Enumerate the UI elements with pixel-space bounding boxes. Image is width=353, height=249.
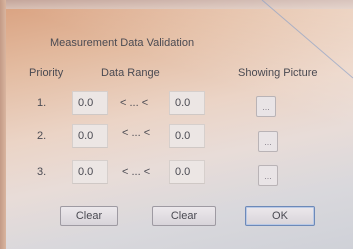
row-2-range-separator: < ... < bbox=[122, 127, 151, 139]
row-3-range-separator: < ... < bbox=[122, 166, 151, 178]
data-range-header: Data Range bbox=[101, 67, 160, 79]
row-3-max-field[interactable]: 0.0 bbox=[169, 160, 205, 184]
showing-picture-header: Showing Picture bbox=[238, 67, 318, 79]
row-1-min-field[interactable]: 0.0 bbox=[72, 91, 108, 115]
row-2-min-field[interactable]: 0.0 bbox=[72, 124, 108, 148]
clear-button-2[interactable]: Clear bbox=[152, 206, 216, 226]
row-3-min-field[interactable]: 0.0 bbox=[72, 160, 108, 184]
clear-button-1[interactable]: Clear bbox=[60, 206, 118, 226]
row-1-picture-button[interactable]: ... bbox=[256, 96, 276, 117]
priority-header: Priority bbox=[29, 67, 64, 79]
row-2-max-field[interactable]: 0.0 bbox=[169, 124, 205, 148]
window-top-edge bbox=[0, 0, 353, 9]
dialog-title: Measurement Data Validation bbox=[50, 37, 195, 49]
row-2-picture-button[interactable]: ... bbox=[258, 131, 278, 152]
window-left-edge bbox=[0, 0, 6, 249]
row-3-priority: 3. bbox=[37, 166, 47, 178]
row-3-picture-button[interactable]: ... bbox=[258, 165, 278, 186]
row-1-priority: 1. bbox=[37, 97, 47, 109]
row-2-priority: 2. bbox=[37, 130, 47, 142]
row-1-max-field[interactable]: 0.0 bbox=[169, 91, 205, 115]
ok-button[interactable]: OK bbox=[245, 206, 315, 226]
row-1-range-separator: < ... < bbox=[120, 97, 149, 109]
